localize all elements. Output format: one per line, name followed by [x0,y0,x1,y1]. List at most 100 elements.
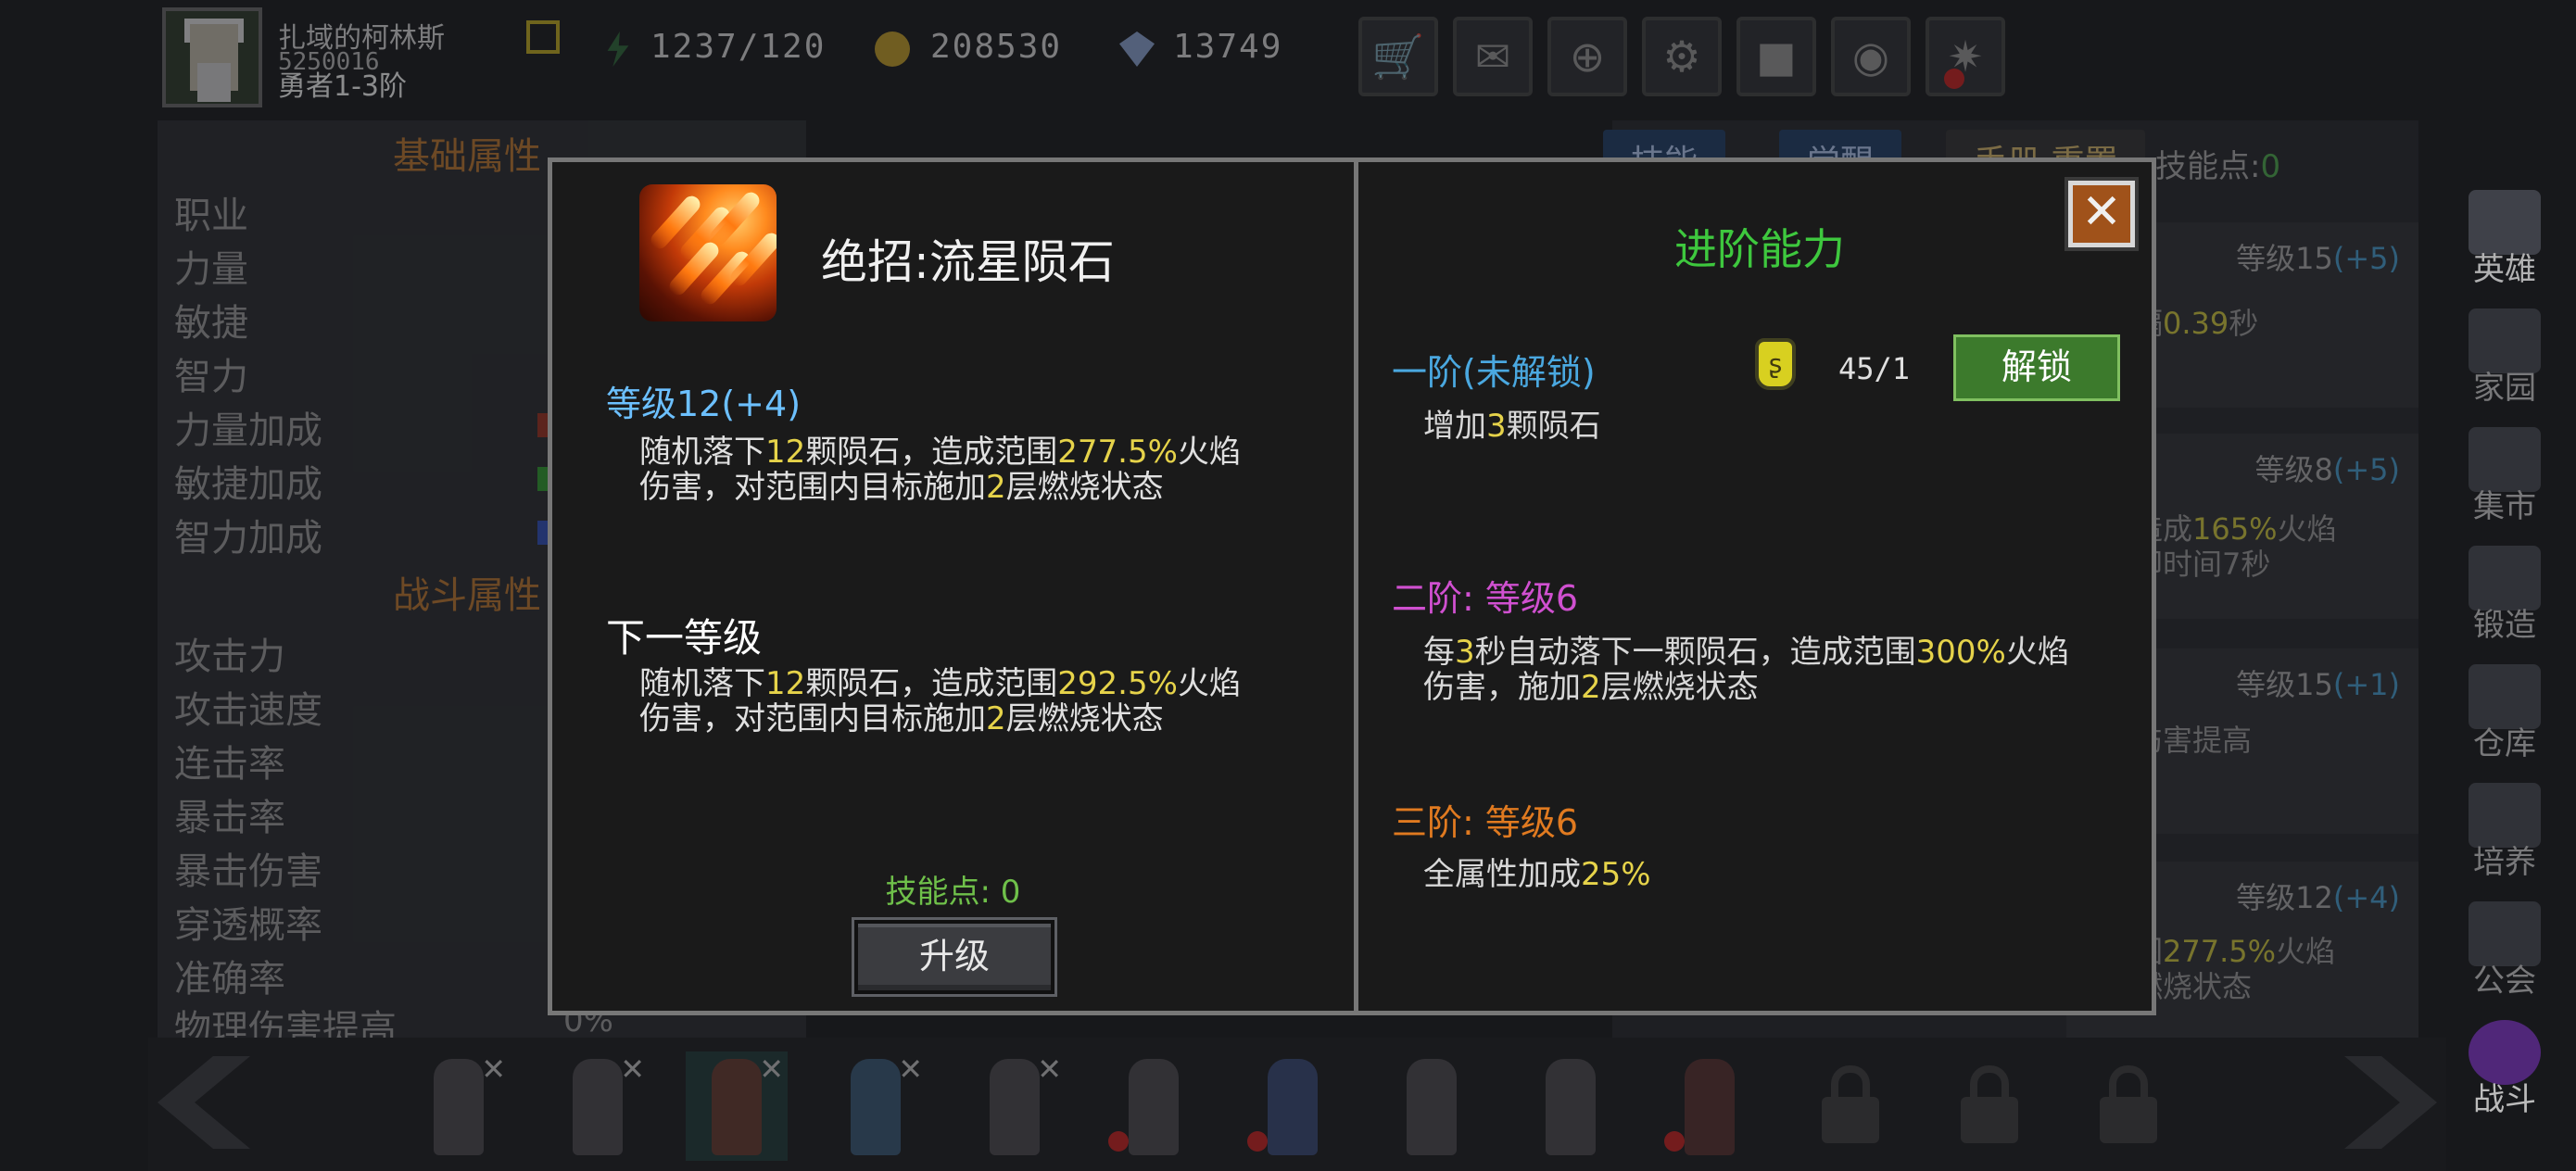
top-bar: 扎域的柯林斯 5250016 勇者1-3阶 1237/120 208530 13… [0,0,2576,111]
desc-number: 12 [765,434,806,471]
skill-points-value: 0 [2260,148,2281,185]
stat-label: 穿透概率 [174,904,322,947]
avatar[interactable] [162,7,262,107]
stat-label: 智力加成 [174,517,322,560]
hero-slot[interactable]: ✕ [408,1051,510,1161]
desc-number: 3 [1455,634,1475,671]
desc-text: 随机落下 [639,434,765,471]
side-nav-train[interactable]: 培养 [2454,783,2556,892]
hero-slot[interactable] [1659,1051,1761,1161]
gift-button[interactable]: ■ [1736,17,1816,96]
stat-label: 力量 [174,248,248,291]
hero-slot[interactable]: ✕ [547,1051,649,1161]
close-icon: ✕ [1037,1051,1062,1087]
event-button[interactable]: ✷ [1926,17,2005,96]
current-desc-line2: 伤害，对范围内目标施加2层燃烧状态 [639,470,1164,505]
controller-button[interactable]: ⊕ [1547,17,1627,96]
next-desc-line1: 随机落下12颗陨石，造成范围292.5%火焰 [639,666,1241,701]
hero-slot-selected[interactable]: ✕ [686,1051,788,1161]
alert-badge [1108,1131,1129,1152]
hero-slot[interactable] [1520,1051,1622,1161]
side-nav-label: 集市 [2473,488,2536,525]
gear-icon: ⚙ [1662,31,1701,82]
skill-points-label: 技能点: 0 [885,874,1021,911]
side-nav-battle[interactable]: 战斗 [2454,1020,2556,1129]
side-nav-forge[interactable]: 锻造 [2454,546,2556,655]
cart-icon: 🛒 [1371,31,1425,82]
close-icon: ✕ [759,1051,784,1087]
shop-button[interactable]: 🛒 [1358,17,1438,96]
desc-text: 层燃烧状态 [1005,469,1164,506]
alert-badge [1247,1131,1268,1152]
upgrade-button[interactable]: 升级 [852,917,1057,997]
combat-attributes-header: 战斗属性 [393,574,541,617]
desc-number: 277.5% [1057,434,1178,471]
gem-icon [1119,31,1155,67]
tier2-desc-line2: 伤害，施加2层燃烧状态 [1423,670,1759,705]
skill-card-number: 0.39 [2163,306,2229,341]
desc-text: 伤害，对范围内目标施加 [639,700,986,737]
hero-slot[interactable] [1381,1051,1483,1161]
tier3-header: 三阶: 等级6 [1392,802,1579,843]
tier1-header: 一阶(未解锁) [1392,352,1596,393]
hero-slot[interactable]: ✕ [825,1051,927,1161]
unlock-cost: 45/1 [1838,351,1911,386]
desc-number: 292.5% [1057,665,1178,702]
mail-icon: ✉ [1474,31,1511,82]
side-nav-warehouse[interactable]: 仓库 [2454,664,2556,774]
mail-button[interactable]: ✉ [1453,17,1533,96]
desc-text: 层燃烧状态 [1005,700,1164,737]
rune-token-icon: ʂ [1755,338,1796,390]
modal-divider [1354,162,1358,1011]
desc-number: 300% [1915,634,2006,671]
desc-text: 每 [1423,634,1455,671]
lock-icon [2096,1065,2161,1143]
gold-value: 208530 [930,28,1063,66]
side-nav-heroes[interactable]: 英雄 [2454,190,2556,299]
current-level: 等级12(+4) [606,384,802,424]
side-nav-label: 公会 [2473,963,2536,1000]
energy-value: 1237/120 [650,28,827,66]
tier2-desc-line1: 每3秒自动落下一颗陨石，造成范围300%火焰 [1423,635,2069,670]
lock-icon [1818,1065,1883,1143]
side-nav-market[interactable]: 集市 [2454,427,2556,536]
meteor-skill-icon [639,184,777,321]
side-nav-home[interactable]: 家园 [2454,308,2556,418]
hero-slot[interactable]: ✕ [964,1051,1066,1161]
swirl-icon: ◉ [1851,31,1890,82]
unlock-button[interactable]: 解锁 [1953,334,2120,401]
wheel-button[interactable]: ◉ [1831,17,1911,96]
skill-card-bonus: (+1) [2332,667,2400,702]
close-icon: ✕ [898,1051,923,1087]
skill-card-text: 火焰 [2276,934,2336,969]
close-icon: ✕ [2081,184,2122,240]
side-nav-label: 战斗 [2473,1081,2536,1118]
alert-badge [1944,69,1964,89]
next-desc-line2: 伤害，对范围内目标施加2层燃烧状态 [639,701,1164,737]
desc-number: 2 [1581,669,1601,706]
desc-text: 伤害，对范围内目标施加 [639,469,986,506]
stat-label: 攻击速度 [174,689,322,732]
stat-label: 力量加成 [174,409,322,452]
skill-card-level: 等级15 [2236,667,2333,702]
settings-button[interactable]: ⚙ [1642,17,1722,96]
desc-number: 25% [1581,856,1651,893]
hero-slot[interactable] [1242,1051,1344,1161]
skill-title: 绝招:流星陨石 [821,235,1115,289]
stat-label: 敏捷 [174,302,248,345]
desc-text: 增加 [1423,408,1486,445]
close-button[interactable]: ✕ [2065,177,2139,251]
desc-text: 颗陨石，造成范围 [805,434,1058,471]
hero-slot[interactable] [1103,1051,1205,1161]
advanced-abilities-title: 进阶能力 [1674,224,1845,274]
gamepad-icon: ⊕ [1569,31,1606,82]
tier2-header: 二阶: 等级6 [1392,578,1579,619]
desc-text: 随机落下 [639,665,765,702]
desc-text: 全属性加成 [1423,856,1581,893]
stat-label: 敏捷加成 [174,463,322,506]
alert-badge [1664,1131,1685,1152]
skill-card-text: 火焰 [2277,511,2337,547]
side-nav-guild[interactable]: 公会 [2454,901,2556,1011]
skill-points-label: 技能点: [2155,148,2261,185]
edit-name-icon[interactable] [526,20,560,54]
